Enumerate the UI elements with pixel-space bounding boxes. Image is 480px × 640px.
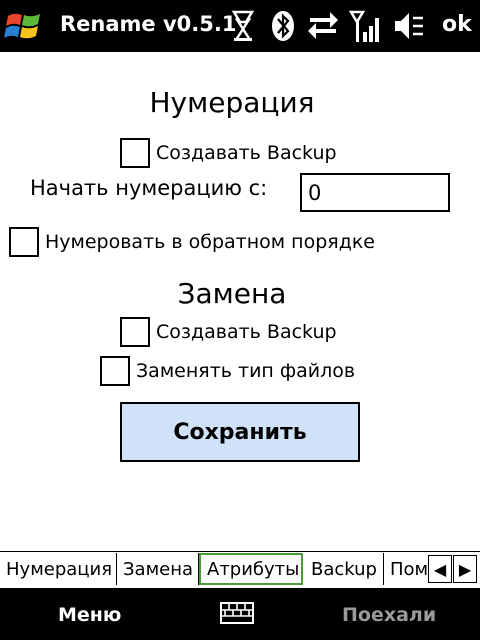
replace-backup-option[interactable]: Создавать Backup xyxy=(120,317,337,347)
reverse-order-label: Нумеровать в обратном порядке xyxy=(45,231,375,253)
start-number-label: Начать нумерацию с: xyxy=(30,176,268,200)
change-file-type-label: Заменять тип файлов xyxy=(136,360,356,382)
tab-numbering[interactable]: Нумерация xyxy=(0,553,117,585)
speaker-muted-icon[interactable] xyxy=(392,8,426,44)
tab-scroll-left-icon[interactable]: ◀ xyxy=(428,555,452,583)
change-file-type-option[interactable]: Заменять тип файлов xyxy=(100,356,355,386)
replace-heading: Замена xyxy=(177,277,287,310)
tab-attributes[interactable]: Атрибуты xyxy=(199,553,303,585)
keyboard-icon[interactable] xyxy=(220,602,254,624)
tab-replace[interactable]: Замена xyxy=(117,553,199,585)
reverse-order-option[interactable]: Нумеровать в обратном порядке xyxy=(9,227,375,257)
numbering-backup-option[interactable]: Создавать Backup xyxy=(120,138,337,168)
go-softkey[interactable]: Поехали xyxy=(342,604,436,626)
change-file-type-checkbox[interactable] xyxy=(100,356,130,386)
title-bar: Rename v0.5.1 ok xyxy=(0,0,480,52)
start-number-input[interactable]: 0 xyxy=(300,173,450,212)
data-transfer-icon[interactable] xyxy=(306,8,340,44)
softkey-bar: Меню Поехали xyxy=(0,588,480,640)
numbering-backup-label: Создавать Backup xyxy=(156,142,337,164)
bluetooth-icon[interactable] xyxy=(266,8,300,44)
replace-backup-checkbox[interactable] xyxy=(120,317,150,347)
tab-strip: Нумерация Замена Атрибуты Backup Пом ◀ ▶ xyxy=(0,551,480,585)
reverse-order-checkbox[interactable] xyxy=(9,227,39,257)
numbering-backup-checkbox[interactable] xyxy=(120,138,150,168)
tab-backup[interactable]: Backup xyxy=(305,553,384,585)
replace-backup-label: Создавать Backup xyxy=(156,321,337,343)
save-button[interactable]: Сохранить xyxy=(120,402,360,462)
app-title: Rename v0.5.1 xyxy=(60,12,237,36)
signal-strength-icon[interactable] xyxy=(348,8,382,44)
tab-scroll-right-icon[interactable]: ▶ xyxy=(453,555,477,583)
tab-help[interactable]: Пом xyxy=(384,553,428,585)
numbering-heading: Нумерация xyxy=(149,86,315,119)
menu-softkey[interactable]: Меню xyxy=(58,604,121,626)
windows-start-icon[interactable] xyxy=(4,8,44,44)
ok-button[interactable]: ok xyxy=(442,12,472,37)
tools-icon[interactable] xyxy=(226,8,260,44)
